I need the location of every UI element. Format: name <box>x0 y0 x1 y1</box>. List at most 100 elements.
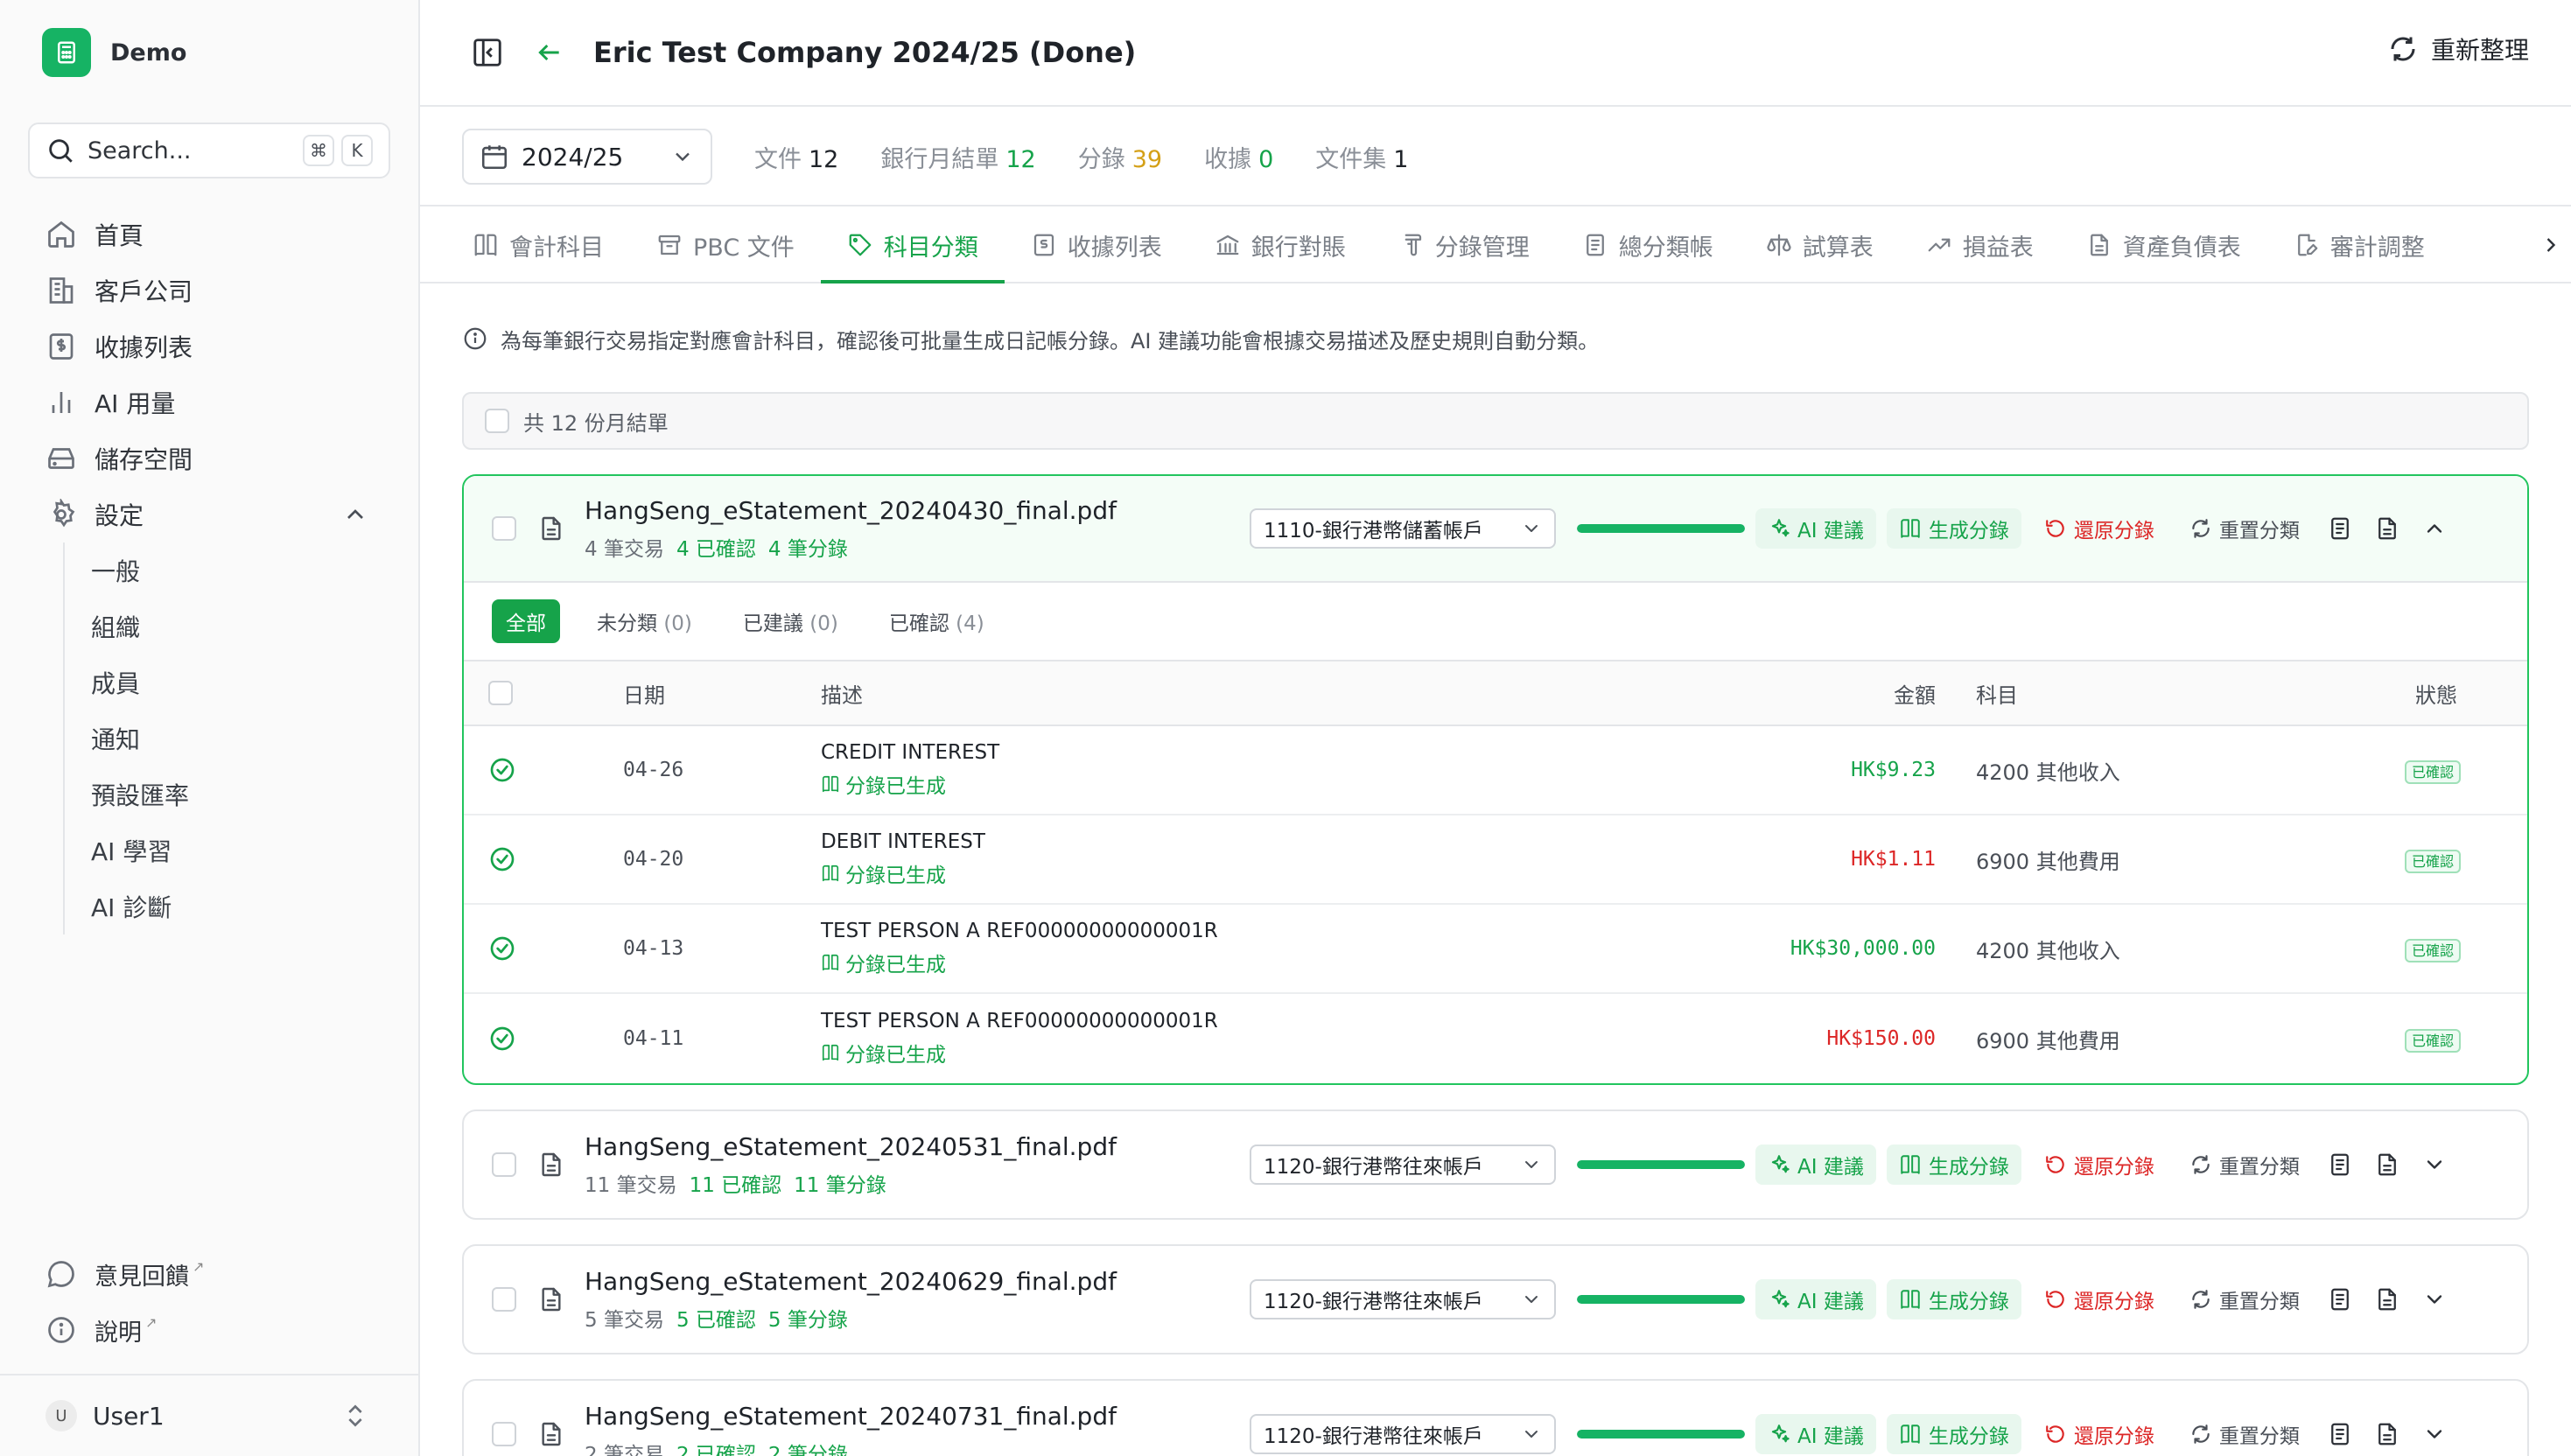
tab-bank-reconciliation[interactable]: 銀行對賬 <box>1188 208 1372 282</box>
tab-balance-sheet[interactable]: 資產負債表 <box>2060 208 2267 282</box>
sidebar-item-clients[interactable]: 客戶公司 <box>28 262 390 318</box>
revert-entries-button[interactable]: 還原分錄 <box>2032 1279 2167 1320</box>
bank-account-select[interactable]: 1120-銀行港幣往來帳戶 <box>1250 1144 1556 1185</box>
row-account[interactable]: 6900 其他費用 <box>1976 1024 2120 1054</box>
open-file-button[interactable] <box>2368 1279 2406 1320</box>
subnav-default-rates[interactable]: 預設匯率 <box>91 766 390 822</box>
statement-header[interactable]: HangSeng_eStatement_20240531_final.pdf 1… <box>464 1111 2527 1218</box>
expand-button[interactable] <box>2415 1414 2454 1454</box>
revert-entries-button[interactable]: 還原分錄 <box>2032 1144 2167 1185</box>
generate-entries-button[interactable]: 生成分錄 <box>1886 1414 2021 1454</box>
subnav-ai-diagnosis[interactable]: AI 診斷 <box>91 878 390 934</box>
open-file-button[interactable] <box>2368 1144 2406 1185</box>
view-document-button[interactable] <box>2321 1279 2359 1320</box>
reset-classification-button[interactable]: 重置分類 <box>2177 508 2312 549</box>
view-document-button[interactable] <box>2321 1414 2359 1454</box>
row-entry-status[interactable]: 分錄已生成 <box>821 948 1218 977</box>
subnav-notifications[interactable]: 通知 <box>91 710 390 766</box>
ai-suggest-button[interactable]: AI 建議 <box>1755 1414 1876 1454</box>
collapse-button[interactable] <box>2415 508 2454 549</box>
row-account[interactable]: 4200 其他收入 <box>1976 934 2120 964</box>
expand-button[interactable] <box>2415 1144 2454 1185</box>
row-confirmed-toggle[interactable] <box>488 756 516 784</box>
subnav-ai-learning[interactable]: AI 學習 <box>91 822 390 878</box>
tab-income-statement[interactable]: 損益表 <box>1900 208 2060 282</box>
tab-account-classification[interactable]: 科目分類 <box>820 208 1005 284</box>
row-desc-text: TEST PERSON A REF00000000000001R <box>821 920 1218 942</box>
generate-entries-button[interactable]: 生成分錄 <box>1886 508 2021 549</box>
statement-checkbox[interactable] <box>492 1422 516 1446</box>
ai-suggest-button[interactable]: AI 建議 <box>1755 1144 1876 1185</box>
statement-checkbox[interactable] <box>492 1287 516 1312</box>
year-select[interactable]: 2024/25 <box>462 129 712 185</box>
brand[interactable]: Demo <box>42 26 186 79</box>
tab-label: 損益表 <box>1962 234 2034 262</box>
table-select-all-checkbox[interactable] <box>488 681 513 705</box>
tab-receipts[interactable]: 收據列表 <box>1005 208 1188 282</box>
tab-trial-balance[interactable]: 試算表 <box>1740 208 1900 282</box>
reset-classification-button[interactable]: 重置分類 <box>2177 1144 2312 1185</box>
statement-header[interactable]: HangSeng_eStatement_20240430_final.pdf 4… <box>464 476 2527 583</box>
ai-suggest-button[interactable]: AI 建議 <box>1755 508 1876 549</box>
user-menu[interactable]: U User1 <box>0 1374 418 1456</box>
row-confirmed-toggle[interactable] <box>488 1025 516 1053</box>
statement-checkbox[interactable] <box>492 1152 516 1177</box>
view-document-button[interactable] <box>2321 1144 2359 1185</box>
sidebar-item-settings[interactable]: 設定 <box>28 486 390 542</box>
reset-classification-button[interactable]: 重置分類 <box>2177 1414 2312 1454</box>
bank-account-select[interactable]: 1110-銀行港幣儲蓄帳戶 <box>1250 508 1556 549</box>
refresh-button[interactable]: 重新整理 <box>2387 32 2529 66</box>
filter-tab-0[interactable]: 全部 <box>492 599 560 643</box>
sidebar-toggle-icon[interactable] <box>471 36 504 69</box>
bank-account-select[interactable]: 1120-銀行港幣往來帳戶 <box>1250 1414 1556 1454</box>
filter-tab-2[interactable]: 已建議 (0) <box>729 599 852 643</box>
tab-journal-entries[interactable]: 分錄管理 <box>1372 208 1556 282</box>
row-entry-status[interactable]: 分錄已生成 <box>821 769 999 799</box>
sidebar-item-receipts[interactable]: 收據列表 <box>28 318 390 374</box>
sidebar-item-home[interactable]: 首頁 <box>28 206 390 262</box>
feedback-link[interactable]: 意見回饋 ↗ <box>28 1246 390 1302</box>
open-file-button[interactable] <box>2368 508 2406 549</box>
chevron-up-icon[interactable] <box>341 500 369 528</box>
revert-entries-button[interactable]: 還原分錄 <box>2032 508 2167 549</box>
filter-tab-3[interactable]: 已確認 (4) <box>875 599 998 643</box>
reset-classification-button[interactable]: 重置分類 <box>2177 1279 2312 1320</box>
entries-count: 4 筆分錄 <box>767 537 848 561</box>
tabs-scroll-right[interactable] <box>2531 208 2571 282</box>
statement-header[interactable]: HangSeng_eStatement_20240731_final.pdf 2… <box>464 1381 2527 1456</box>
statement-checkbox[interactable] <box>492 516 516 541</box>
ai-suggest-button[interactable]: AI 建議 <box>1755 1279 1876 1320</box>
tab-general-ledger[interactable]: 總分類帳 <box>1556 208 1740 282</box>
bank-account-select[interactable]: 1120-銀行港幣往來帳戶 <box>1250 1279 1556 1320</box>
generate-entries-button[interactable]: 生成分錄 <box>1886 1279 2021 1320</box>
arrow-left-icon[interactable] <box>536 38 564 66</box>
view-document-button[interactable] <box>2321 508 2359 549</box>
row-account[interactable]: 4200 其他收入 <box>1976 755 2120 786</box>
expand-button[interactable] <box>2415 1279 2454 1320</box>
subnav-members[interactable]: 成員 <box>91 654 390 710</box>
filter-tab-1[interactable]: 未分類 (0) <box>583 599 706 643</box>
row-confirmed-toggle[interactable] <box>488 845 516 873</box>
table-row[interactable]: 04-11 TEST PERSON A REF00000000000001R 分… <box>464 994 2527 1083</box>
row-confirmed-toggle[interactable] <box>488 934 516 962</box>
table-row[interactable]: 04-20 DEBIT INTEREST 分錄已生成 HK$1.11 6900 … <box>464 816 2527 905</box>
row-account[interactable]: 6900 其他費用 <box>1976 844 2120 875</box>
table-row[interactable]: 04-26 CREDIT INTEREST 分錄已生成 HK$9.23 4200… <box>464 726 2527 816</box>
subnav-general[interactable]: 一般 <box>91 542 390 598</box>
search-input[interactable]: Search... ⌘ K <box>28 122 390 178</box>
subnav-organization[interactable]: 組織 <box>91 598 390 654</box>
tab-audit-adjustments[interactable]: 審計調整 <box>2267 208 2451 282</box>
help-link[interactable]: 說明 ↗ <box>28 1302 390 1358</box>
sidebar-item-ai-usage[interactable]: AI 用量 <box>28 374 390 430</box>
open-file-button[interactable] <box>2368 1414 2406 1454</box>
table-row[interactable]: 04-13 TEST PERSON A REF00000000000001R 分… <box>464 905 2527 994</box>
revert-entries-button[interactable]: 還原分錄 <box>2032 1414 2167 1454</box>
row-entry-status[interactable]: 分錄已生成 <box>821 858 985 888</box>
generate-entries-button[interactable]: 生成分錄 <box>1886 1144 2021 1185</box>
row-entry-status[interactable]: 分錄已生成 <box>821 1038 1218 1068</box>
sidebar-item-storage[interactable]: 儲存空間 <box>28 430 390 486</box>
statement-header[interactable]: HangSeng_eStatement_20240629_final.pdf 5… <box>464 1246 2527 1353</box>
tab-pbc-docs[interactable]: PBC 文件 <box>630 208 821 282</box>
select-all-checkbox[interactable] <box>485 409 509 433</box>
tab-chart-of-accounts[interactable]: 會計科目 <box>446 208 630 282</box>
